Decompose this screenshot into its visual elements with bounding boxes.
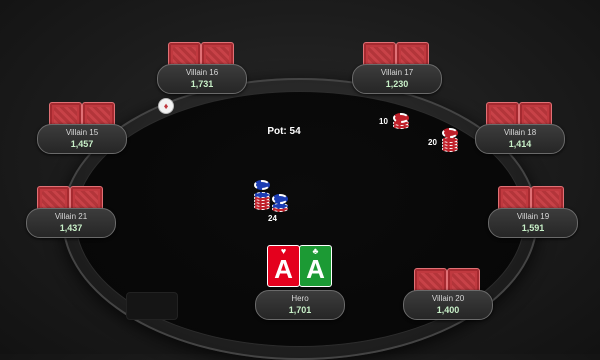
- hero-card-ace-hearts: ♥ A: [267, 245, 300, 287]
- chip: [272, 194, 288, 204]
- player-nameplate: Villain 21 1,437: [26, 208, 116, 238]
- seat-villain-15[interactable]: Villain 15 1,457: [37, 102, 137, 154]
- bet-chip-stack: [254, 180, 270, 210]
- dealer-button-icon: ♦: [158, 98, 174, 114]
- player-nameplate: Villain 20 1,400: [403, 290, 493, 320]
- chip: [254, 192, 270, 198]
- player-nameplate: Villain 18 1,414: [475, 124, 565, 154]
- hero-card-ace-clubs: ♣ A: [299, 245, 332, 287]
- bet-amount: 24: [268, 214, 277, 223]
- seat-villain-16[interactable]: Villain 16 1,731: [157, 42, 257, 94]
- player-name: Villain 21: [54, 212, 88, 221]
- seat-villain-17[interactable]: Villain 17 1,230: [352, 42, 452, 94]
- chip: [393, 113, 409, 123]
- player-stack: 1,437: [59, 223, 83, 233]
- seat-villain-20[interactable]: Villain 20 1,400: [403, 268, 503, 320]
- bet-amount: 10: [379, 117, 388, 126]
- player-name: Hero: [291, 294, 309, 303]
- player-name: Villain 18: [503, 128, 537, 137]
- player-name: Villain 19: [516, 212, 550, 221]
- player-name: Villain 17: [380, 68, 414, 77]
- player-name: Villain 15: [65, 128, 99, 137]
- bet-chip-stack: [272, 194, 288, 214]
- player-stack: 1,414: [508, 139, 532, 149]
- player-name: Villain 16: [185, 68, 219, 77]
- chip: [442, 128, 458, 138]
- seat-villain-19[interactable]: Villain 19 1,591: [488, 186, 588, 238]
- player-name: Villain 20: [431, 294, 465, 303]
- player-stack: 1,701: [288, 305, 312, 315]
- options-button[interactable]: [126, 292, 178, 320]
- card-rank: A: [306, 254, 325, 284]
- player-nameplate: Villain 16 1,731: [157, 64, 247, 94]
- bet-chip-stack: [442, 128, 458, 152]
- pot-label: Pot: 54: [267, 126, 301, 137]
- player-nameplate: Villain 19 1,591: [488, 208, 578, 238]
- seat-villain-21[interactable]: Villain 21 1,437: [26, 186, 126, 238]
- player-stack: 1,400: [436, 305, 460, 315]
- player-stack: 1,230: [385, 79, 409, 89]
- poker-table-scene: Pot: 54 ♦ Villain 16 1,731 Villain 17 1,…: [0, 0, 600, 360]
- player-stack: 1,591: [521, 223, 545, 233]
- bet-chip-stack: [393, 113, 409, 129]
- player-nameplate: Villain 17 1,230: [352, 64, 442, 94]
- player-stack: 1,457: [70, 139, 94, 149]
- player-stack: 1,731: [190, 79, 214, 89]
- seat-villain-18[interactable]: Villain 18 1,414: [475, 102, 575, 154]
- bet-amount: 20: [428, 138, 437, 147]
- card-rank: A: [274, 254, 293, 284]
- player-nameplate: Villain 15 1,457: [37, 124, 127, 154]
- player-nameplate: Hero 1,701: [255, 290, 345, 320]
- chip: [254, 180, 270, 190]
